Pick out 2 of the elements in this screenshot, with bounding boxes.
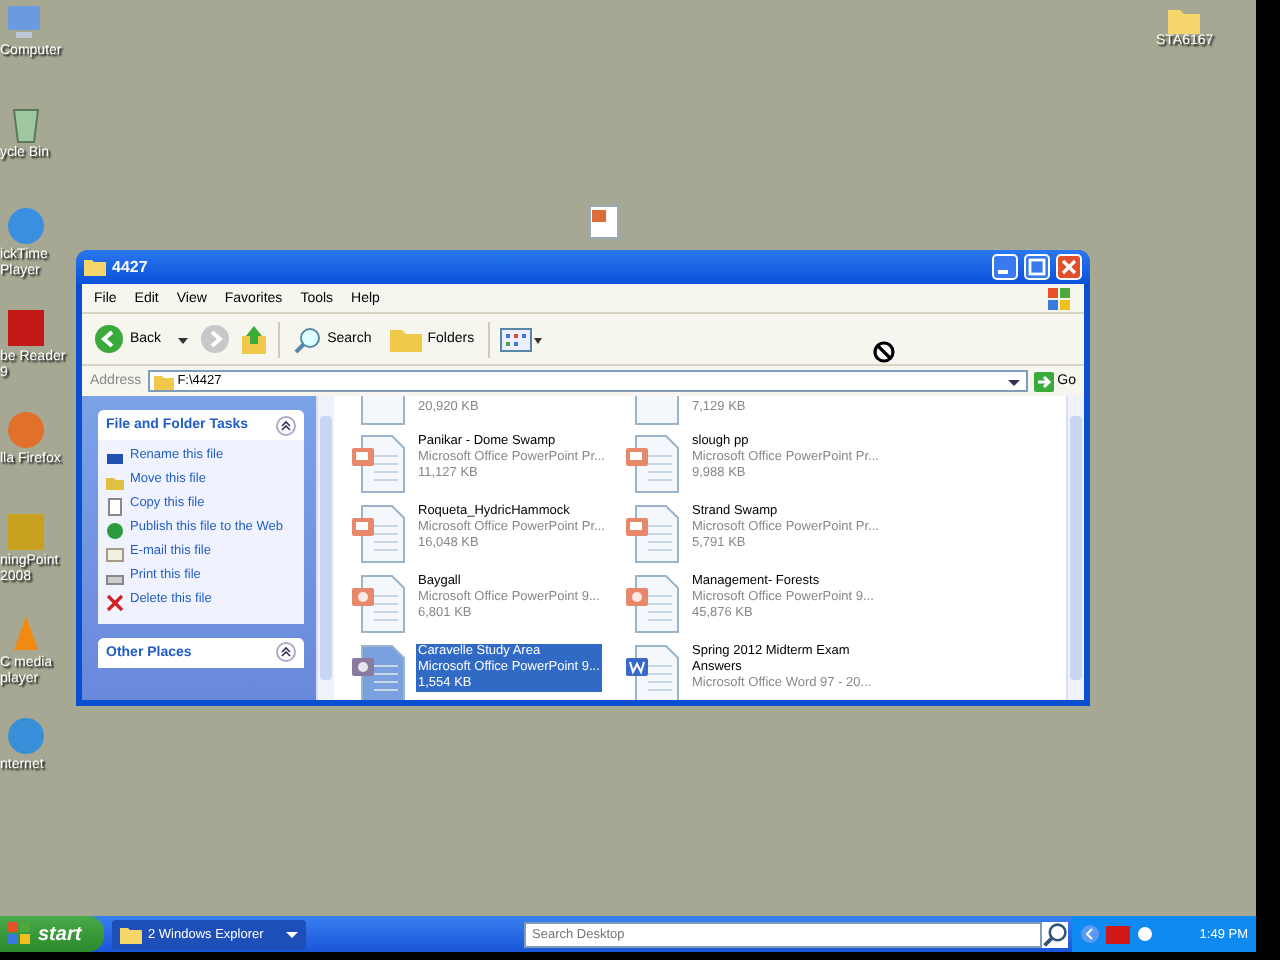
window-title: 4427 — [112, 258, 148, 276]
start-button[interactable]: start — [0, 916, 104, 952]
